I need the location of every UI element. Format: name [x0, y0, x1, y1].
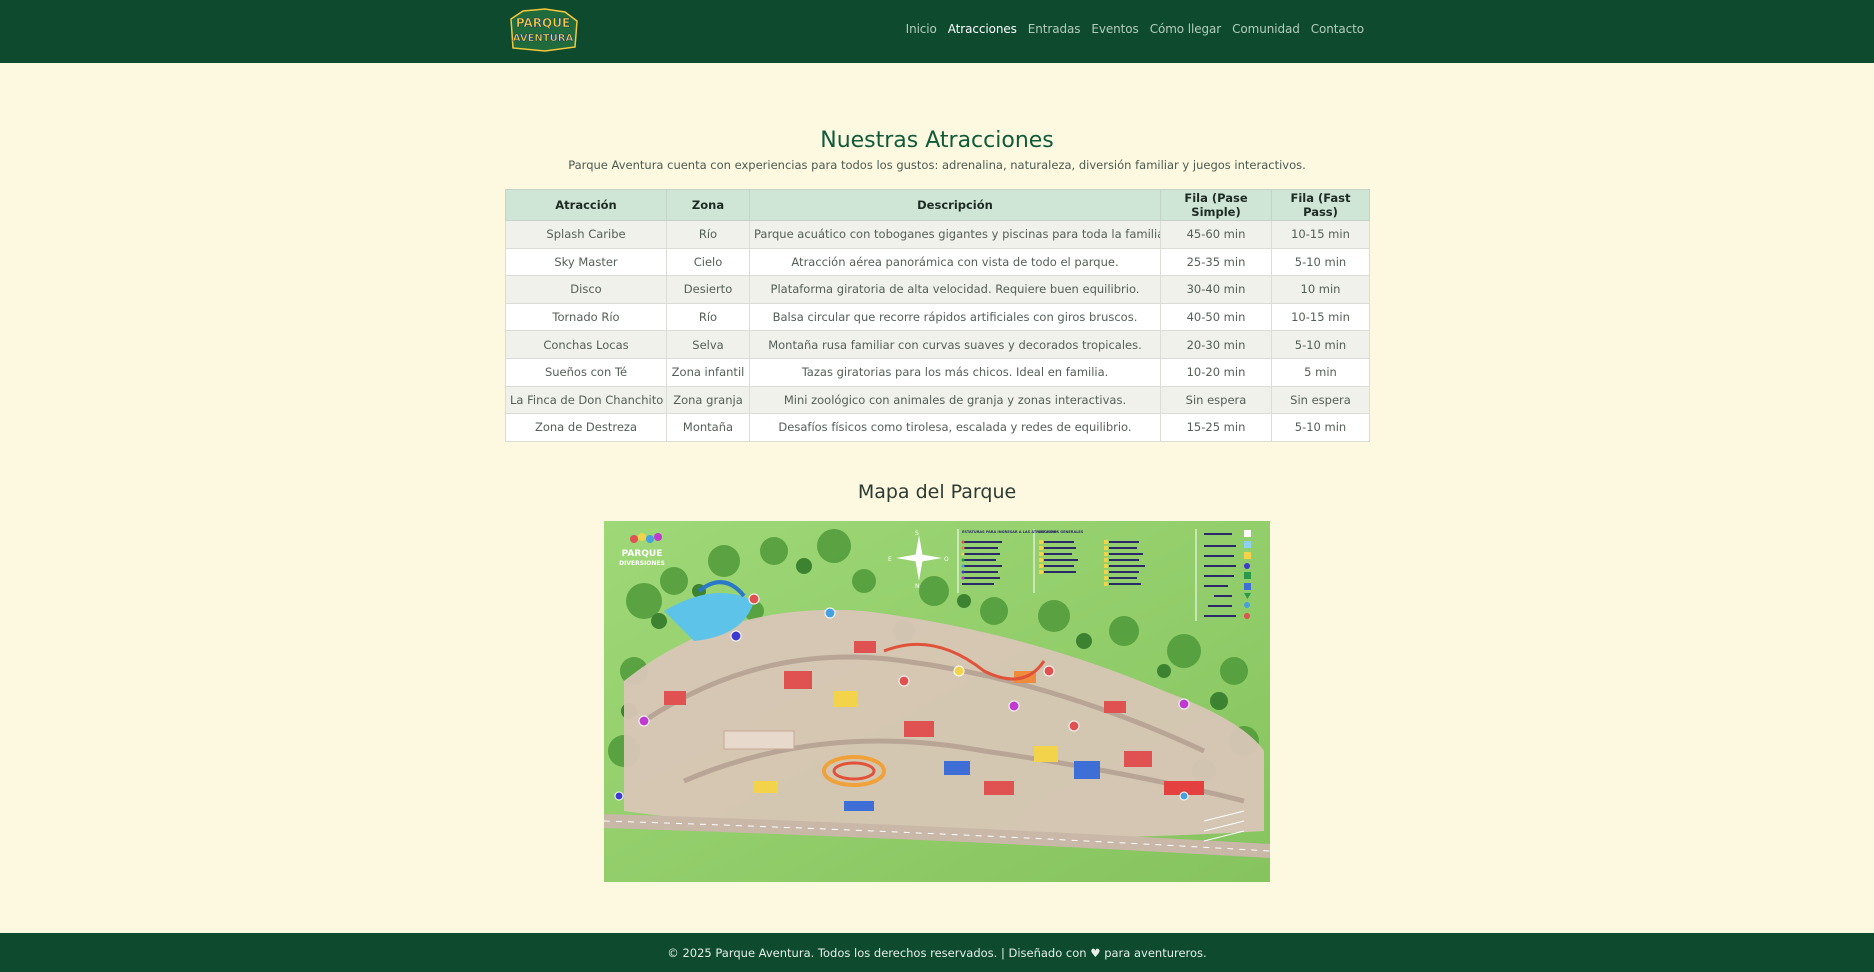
nav-como-llegar[interactable]: Cómo llegar: [1150, 22, 1222, 36]
cell-fila-fast: 5-10 min: [1271, 247, 1370, 277]
page-title: Nuestras Atracciones: [820, 127, 1054, 153]
table-row: Sky Master Cielo Atracción aérea panorám…: [505, 247, 1370, 277]
table-row: La Finca de Don Chanchito Zona granja Mi…: [505, 385, 1370, 415]
cell-fila-fast: 5 min: [1271, 357, 1370, 387]
col-header-descripcion: Descripción: [749, 189, 1161, 221]
cell-zona: Río: [666, 302, 750, 332]
cell-descripcion: Mini zoológico con animales de granja y …: [749, 385, 1161, 415]
nav-inicio[interactable]: Inicio: [906, 22, 937, 36]
cell-atraccion: Sky Master: [505, 247, 667, 277]
cell-atraccion: Tornado Río: [505, 302, 667, 332]
map-heading: Mapa del Parque: [857, 481, 1017, 503]
cell-zona: Selva: [666, 330, 750, 359]
cell-descripcion: Parque acuático con toboganes gigantes y…: [749, 220, 1161, 249]
park-map-image: PARQUE DIVERSIONES S N E O ESTATURAS PAR…: [604, 521, 1270, 882]
compass-o: O: [944, 556, 949, 563]
park-map-illustration: PARQUE DIVERSIONES S N E O ESTATURAS PAR…: [604, 521, 1270, 882]
cell-zona: Río: [666, 220, 750, 249]
logo-line2: AVENTURA: [513, 33, 574, 44]
cell-zona: Desierto: [666, 275, 750, 304]
table-row: Sueños con Té Zona infantil Tazas girato…: [505, 357, 1370, 387]
cell-fila-fast: Sin espera: [1271, 385, 1370, 415]
cell-atraccion: Disco: [505, 275, 667, 304]
page-intro: Parque Aventura cuenta con experiencias …: [568, 158, 1306, 172]
footer-text: © 2025 Parque Aventura. Todos los derech…: [667, 945, 1207, 960]
cell-fila-simple: 20-30 min: [1160, 330, 1272, 359]
main-nav: Inicio Atracciones Entradas Eventos Cómo…: [906, 22, 1364, 36]
cell-zona: Montaña: [666, 413, 750, 442]
nav-atracciones[interactable]: Atracciones: [948, 22, 1017, 36]
cell-descripcion: Atracción aérea panorámica con vista de …: [749, 247, 1161, 277]
cell-fila-simple: 15-25 min: [1160, 413, 1272, 442]
cell-fila-fast: 5-10 min: [1271, 330, 1370, 359]
cell-zona: Cielo: [666, 247, 750, 277]
cell-fila-simple: 40-50 min: [1160, 302, 1272, 332]
cell-fila-fast: 5-10 min: [1271, 413, 1370, 442]
map-brand-line1: PARQUE: [622, 549, 663, 559]
nav-eventos[interactable]: Eventos: [1091, 22, 1138, 36]
legend-title-services: SERVICIOS GENERALES: [1038, 530, 1084, 534]
attractions-table: Atracción Zona Descripción Fila (Pase Si…: [505, 189, 1370, 442]
logo-line1: PARQUE: [516, 16, 570, 30]
col-header-atraccion: Atracción: [505, 189, 667, 221]
cell-fila-fast: 10 min: [1271, 275, 1370, 304]
cell-fila-simple: 45-60 min: [1160, 220, 1272, 249]
cell-fila-simple: Sin espera: [1160, 385, 1272, 415]
cell-atraccion: Zona de Destreza: [505, 413, 667, 442]
col-header-fila-simple: Fila (Pase Simple): [1160, 189, 1272, 221]
cell-fila-simple: 25-35 min: [1160, 247, 1272, 277]
nav-contacto[interactable]: Contacto: [1311, 22, 1364, 36]
compass-s: S: [915, 530, 919, 537]
cell-atraccion: Splash Caribe: [505, 220, 667, 249]
table-row: Splash Caribe Río Parque acuático con to…: [505, 220, 1370, 249]
table-row: Disco Desierto Plataforma giratoria de a…: [505, 275, 1370, 304]
cell-descripcion: Tazas giratorias para los más chicos. Id…: [749, 357, 1161, 387]
cell-descripcion: Desafíos físicos como tirolesa, escalada…: [749, 413, 1161, 442]
col-header-fila-fast: Fila (Fast Pass): [1271, 189, 1370, 221]
col-header-zona: Zona: [666, 189, 750, 221]
site-footer: © 2025 Parque Aventura. Todos los derech…: [0, 933, 1874, 972]
table-row: Tornado Río Río Balsa circular que recor…: [505, 302, 1370, 332]
parque-aventura-logo[interactable]: PARQUE AVENTURA: [505, 7, 581, 53]
table-header-row: Atracción Zona Descripción Fila (Pase Si…: [505, 189, 1370, 221]
cell-atraccion: Sueños con Té: [505, 357, 667, 387]
map-brand-line2: DIVERSIONES: [619, 560, 665, 567]
compass-e: E: [888, 556, 892, 563]
table-row: Conchas Locas Selva Montaña rusa familia…: [505, 330, 1370, 359]
site-header: PARQUE AVENTURA Inicio Atracciones Entra…: [0, 0, 1874, 63]
nav-entradas[interactable]: Entradas: [1028, 22, 1081, 36]
table-row: Zona de Destreza Montaña Desafíos físico…: [505, 413, 1370, 442]
cell-descripcion: Balsa circular que recorre rápidos artif…: [749, 302, 1161, 332]
cell-fila-simple: 10-20 min: [1160, 357, 1272, 387]
cell-zona: Zona infantil: [666, 357, 750, 387]
cell-zona: Zona granja: [666, 385, 750, 415]
cell-atraccion: Conchas Locas: [505, 330, 667, 359]
cell-descripcion: Montaña rusa familiar con curvas suaves …: [749, 330, 1161, 359]
cell-fila-fast: 10-15 min: [1271, 220, 1370, 249]
cell-atraccion: La Finca de Don Chanchito: [505, 385, 667, 415]
compass-n: N: [915, 583, 920, 590]
cell-descripcion: Plataforma giratoria de alta velocidad. …: [749, 275, 1161, 304]
nav-comunidad[interactable]: Comunidad: [1232, 22, 1300, 36]
cell-fila-simple: 30-40 min: [1160, 275, 1272, 304]
cell-fila-fast: 10-15 min: [1271, 302, 1370, 332]
